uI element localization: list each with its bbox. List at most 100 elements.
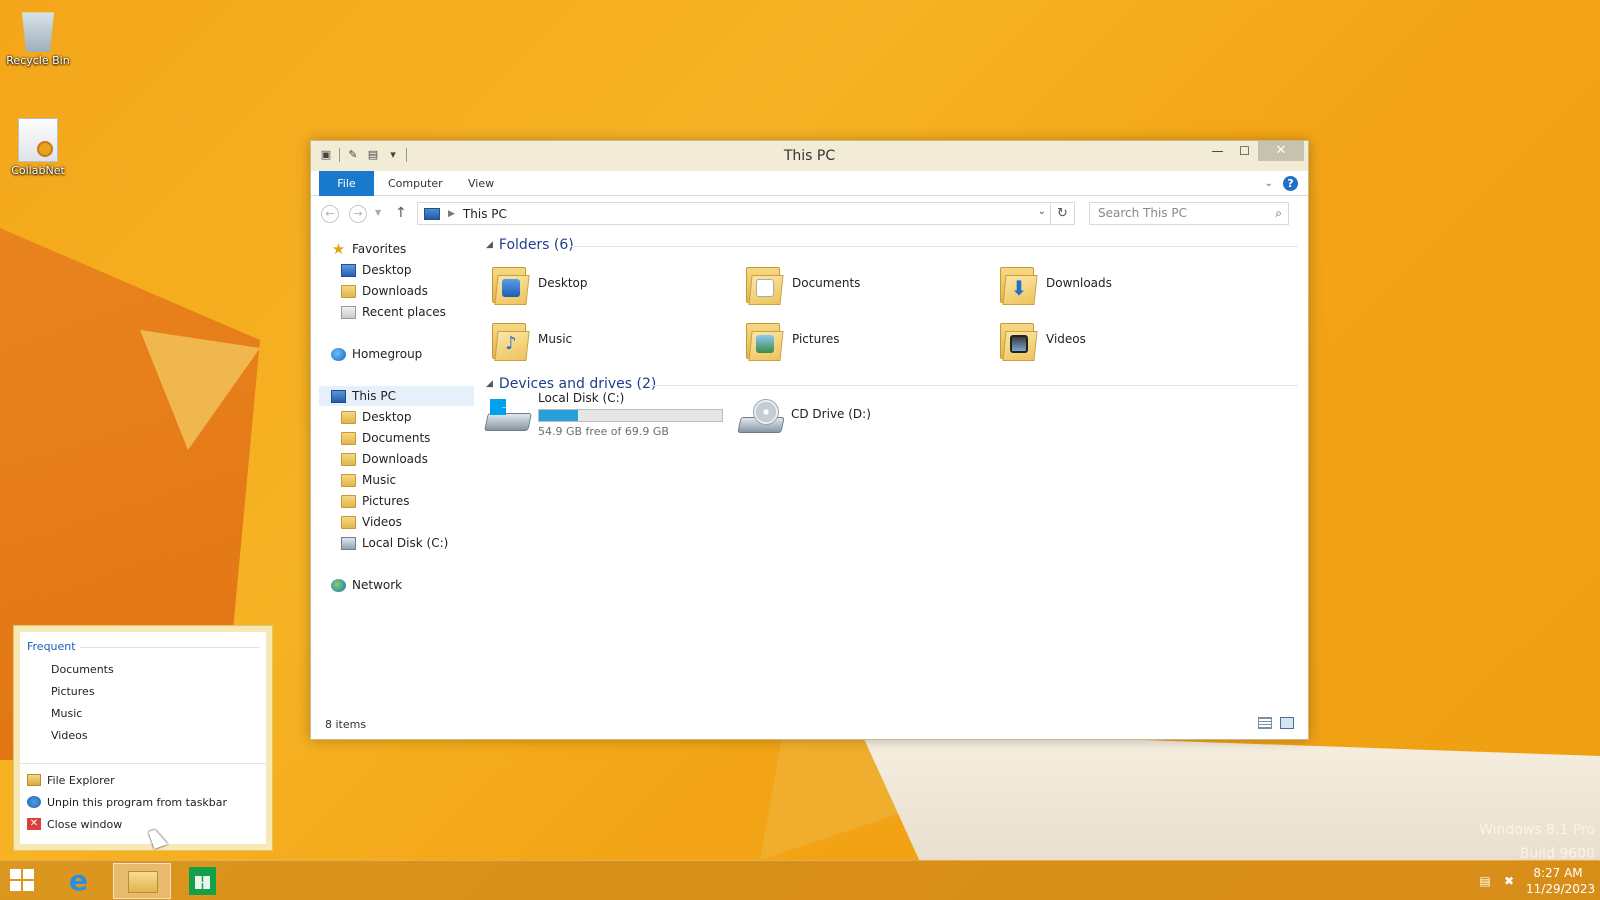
forward-button[interactable]: → xyxy=(349,205,367,223)
taskbar-file-explorer[interactable] xyxy=(113,863,171,899)
disk-usage-bar xyxy=(538,409,723,422)
nav-this-pc[interactable]: This PC xyxy=(319,386,474,406)
address-bar[interactable]: ▶ This PC ⌄ xyxy=(417,202,1051,225)
nav-homegroup[interactable]: Homegroup xyxy=(331,344,422,364)
help-icon[interactable]: ? xyxy=(1283,176,1298,191)
jump-list-item-videos[interactable]: Videos xyxy=(27,725,88,745)
search-input[interactable]: Search This PC ⌕ xyxy=(1089,202,1289,225)
folder-tile-music[interactable]: ♪ Music xyxy=(490,317,572,361)
nav-this-pc-videos[interactable]: Videos xyxy=(341,512,402,532)
jump-list-file-explorer[interactable]: File Explorer xyxy=(27,770,115,790)
nav-this-pc-downloads[interactable]: Downloads xyxy=(341,449,428,469)
close-button[interactable]: ✕ xyxy=(1258,141,1304,161)
maximize-button[interactable]: ☐ xyxy=(1231,141,1258,161)
nav-label: Desktop xyxy=(362,410,412,424)
folder-tile-downloads[interactable]: ⬇ Downloads xyxy=(998,261,1112,305)
folder-tile-pictures[interactable]: Pictures xyxy=(744,317,840,361)
taskbar-internet-explorer[interactable]: e xyxy=(53,863,111,899)
collapse-icon[interactable]: ◢ xyxy=(486,240,493,250)
drive-tile-cd[interactable]: CD Drive (D:) xyxy=(737,391,899,441)
devices-group-header[interactable]: ◢ Devices and drives (2) xyxy=(486,376,656,392)
folder-name: Downloads xyxy=(1046,276,1112,290)
taskbar: e ▤ ✖ 8:27 AM 11/29/2023 xyxy=(0,860,1600,900)
folders-group-header[interactable]: ◢ Folders (6) xyxy=(486,237,574,253)
nav-label: Recent places xyxy=(362,305,446,319)
up-button[interactable]: ↑ xyxy=(395,205,407,221)
tab-computer[interactable]: Computer xyxy=(388,171,443,196)
window-body: ★ Favorites Desktop Downloads Recent pla… xyxy=(311,231,1308,739)
nav-this-pc-music[interactable]: Music xyxy=(341,470,396,490)
drive-free-space: 54.9 GB free of 69.9 GB xyxy=(538,425,669,438)
nav-network[interactable]: Network xyxy=(331,575,402,595)
computer-icon xyxy=(424,207,440,220)
jump-list-unpin[interactable]: Unpin this program from taskbar xyxy=(27,792,227,812)
jump-list-close-window[interactable]: ✕ Close window xyxy=(27,814,122,834)
search-placeholder: Search This PC xyxy=(1098,206,1187,220)
title-bar[interactable]: ▣ ✎ ▤ ▾ This PC — ☐ ✕ xyxy=(311,141,1308,171)
pictures-folder-icon xyxy=(744,317,784,361)
taskbar-store[interactable] xyxy=(173,863,231,899)
recent-locations-icon[interactable]: ▼ xyxy=(375,208,381,217)
expand-ribbon-icon[interactable]: ⌄ xyxy=(1265,178,1273,189)
collapse-icon[interactable]: ◢ xyxy=(486,379,493,389)
refresh-button[interactable]: ↻ xyxy=(1051,202,1075,225)
breadcrumb-arrow-icon[interactable]: ▶ xyxy=(448,209,455,219)
clock-time: 8:27 AM xyxy=(1533,866,1583,880)
jump-list-item-music[interactable]: Music xyxy=(27,703,82,723)
start-button[interactable] xyxy=(10,869,36,893)
minimize-button[interactable]: — xyxy=(1204,141,1231,161)
taskbar-jump-list: Frequent Documents Pictures Music Videos… xyxy=(13,625,273,851)
jump-list-item-documents[interactable]: Documents xyxy=(27,659,114,679)
search-icon[interactable]: ⌕ xyxy=(1275,203,1282,224)
file-explorer-icon xyxy=(27,774,41,786)
nav-label: Local Disk (C:) xyxy=(362,536,449,550)
nav-label: Videos xyxy=(362,515,402,529)
nav-favorites-desktop[interactable]: Desktop xyxy=(341,260,412,280)
windows-version-watermark: Windows 8.1 Pro Build 9600 xyxy=(1479,818,1595,866)
documents-folder-icon xyxy=(341,431,356,445)
jump-list-item-pictures[interactable]: Pictures xyxy=(27,681,95,701)
window-controls: — ☐ ✕ xyxy=(1204,141,1304,161)
drive-tile-local-disk[interactable]: Local Disk (C:) 54.9 GB free of 69.9 GB xyxy=(484,391,726,441)
network-status-icon[interactable]: ▤ xyxy=(1478,874,1492,888)
music-folder-icon: ♪ xyxy=(490,317,530,361)
nav-this-pc-pictures[interactable]: Pictures xyxy=(341,491,410,511)
folder-name: Music xyxy=(538,332,573,346)
music-folder-icon xyxy=(341,473,356,487)
certificate-icon xyxy=(18,118,58,162)
address-dropdown-icon[interactable]: ⌄ xyxy=(1038,206,1046,217)
nav-label: Homegroup xyxy=(352,347,423,361)
folder-tile-videos[interactable]: Videos xyxy=(998,317,1086,361)
hard-drive-icon xyxy=(484,399,532,433)
explorer-window: ▣ ✎ ▤ ▾ This PC — ☐ ✕ File Computer View… xyxy=(310,140,1309,740)
back-button[interactable]: ← xyxy=(321,205,339,223)
network-icon xyxy=(331,578,346,592)
videos-folder-icon xyxy=(998,317,1038,361)
clock[interactable]: 8:27 AM 11/29/2023 xyxy=(1526,865,1595,897)
tab-view[interactable]: View xyxy=(468,171,494,196)
large-icons-view-icon[interactable] xyxy=(1280,717,1294,729)
disk-usage-fill xyxy=(539,410,579,421)
internet-explorer-icon: e xyxy=(69,864,88,897)
desktop-icon-collabnet[interactable]: CollabNet xyxy=(0,118,76,177)
desktop-icon-recycle-bin[interactable]: Recycle Bin xyxy=(0,8,76,67)
breadcrumb[interactable]: This PC xyxy=(463,207,507,221)
nav-favorites-recent-places[interactable]: Recent places xyxy=(341,302,446,322)
nav-this-pc-desktop[interactable]: Desktop xyxy=(341,407,412,427)
folder-name: Documents xyxy=(792,276,861,290)
folder-tile-desktop[interactable]: Desktop xyxy=(490,261,588,305)
nav-favorites-downloads[interactable]: Downloads xyxy=(341,281,428,301)
tab-file[interactable]: File xyxy=(319,171,374,196)
volume-muted-icon[interactable]: ✖ xyxy=(1502,874,1516,888)
file-explorer-icon xyxy=(128,871,158,893)
nav-this-pc-local-disk[interactable]: Local Disk (C:) xyxy=(341,533,448,553)
nav-favorites[interactable]: ★ Favorites xyxy=(331,239,406,259)
folder-tile-documents[interactable]: Documents xyxy=(744,261,860,305)
hard-drive-icon xyxy=(341,536,356,550)
nav-label: This PC xyxy=(352,389,396,403)
windows-logo-icon xyxy=(10,869,21,879)
details-view-icon[interactable] xyxy=(1258,717,1272,729)
status-bar: 8 items xyxy=(311,709,1308,739)
nav-this-pc-documents[interactable]: Documents xyxy=(341,428,430,448)
desktop-icon-label: CollabNet xyxy=(11,164,65,177)
